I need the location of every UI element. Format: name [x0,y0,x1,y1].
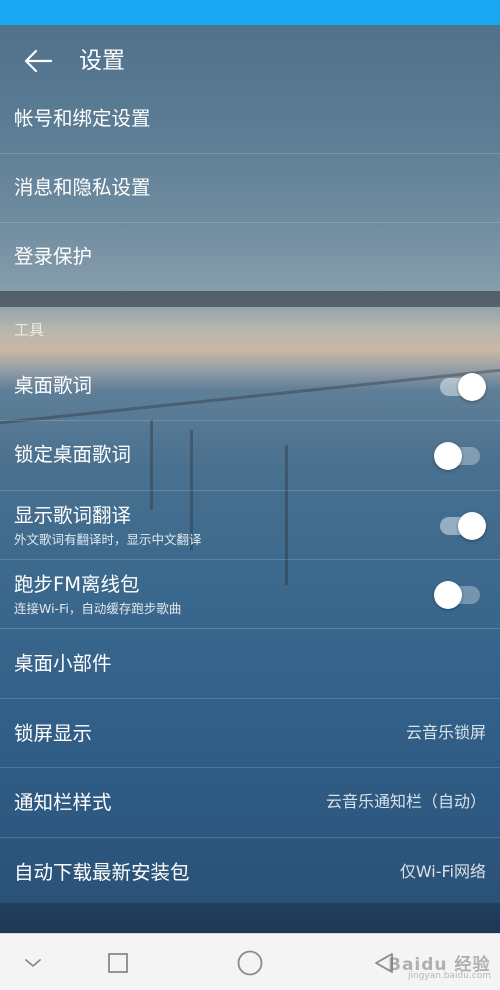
show-lyrics-translation-toggle[interactable] [440,512,486,540]
setting-login-protection[interactable]: 登录保护 [0,223,500,291]
setting-message-privacy[interactable]: 消息和隐私设置 [0,154,500,223]
desktop-lyrics-toggle[interactable] [440,373,486,401]
setting-desktop-widget[interactable]: 桌面小部件 [0,629,500,699]
running-fm-offline-toggle[interactable] [434,581,480,609]
setting-value: 云音乐锁屏 [405,723,486,742]
toggle-knob [458,512,486,540]
toggle-knob [434,442,462,470]
home-circle-icon [237,950,263,976]
setting-label: 锁屏显示 [14,722,93,745]
setting-label: 跑步FM离线包 [14,573,140,596]
setting-running-fm-offline[interactable]: 跑步FM离线包 连接Wi-Fi，自动缓存跑步歌曲 [0,560,500,629]
setting-label: 锁定桌面歌词 [14,443,132,466]
setting-label: 消息和隐私设置 [14,176,151,199]
setting-label: 通知栏样式 [14,791,112,814]
setting-lock-desktop-lyrics[interactable]: 锁定桌面歌词 [0,421,500,491]
setting-label: 帐号和绑定设置 [14,107,151,130]
section-title-tools: 工具 [14,321,45,339]
setting-label: 自动下载最新安装包 [14,861,190,884]
nav-home-button[interactable] [232,948,268,978]
setting-subtitle: 外文歌词有翻译时，显示中文翻译 [14,532,202,547]
baidu-watermark-url: jingyan.baidu.com [408,971,492,981]
setting-subtitle: 连接Wi-Fi，自动缓存跑步歌曲 [14,601,182,616]
setting-lockscreen-display[interactable]: 锁屏显示 云音乐锁屏 [0,699,500,768]
setting-label: 桌面歌词 [14,374,93,397]
toggle-knob [434,581,462,609]
nav-recent-apps-button[interactable] [100,948,136,978]
setting-value: 仅Wi-Fi网络 [399,862,486,881]
setting-label: 显示歌词翻译 [14,504,132,527]
setting-value: 云音乐通知栏（自动） [325,792,486,811]
setting-notification-style[interactable]: 通知栏样式 云音乐通知栏（自动） [0,768,500,838]
section-divider [0,291,500,307]
setting-show-lyrics-translation[interactable]: 显示歌词翻译 外文歌词有翻译时，显示中文翻译 [0,491,500,560]
lock-desktop-lyrics-toggle[interactable] [434,442,480,470]
settings-screen: 设置 帐号和绑定设置 消息和隐私设置 登录保护 工具 桌面歌词 锁定桌面歌词 显… [0,25,500,933]
section-divider [0,903,500,933]
chevron-down-icon [25,959,41,967]
status-bar [0,0,500,25]
setting-label: 桌面小部件 [14,652,112,675]
setting-desktop-lyrics[interactable]: 桌面歌词 [0,352,500,421]
toggle-knob [458,373,486,401]
back-arrow-icon [24,49,53,73]
recent-apps-square-icon [108,953,128,973]
setting-account-binding[interactable]: 帐号和绑定设置 [0,85,500,154]
setting-label: 登录保护 [14,245,93,268]
setting-auto-download-update[interactable]: 自动下载最新安装包 仅Wi-Fi网络 [0,838,500,907]
page-title: 设置 [79,48,125,74]
nav-collapse-button[interactable] [15,948,51,978]
back-button[interactable] [18,43,58,79]
